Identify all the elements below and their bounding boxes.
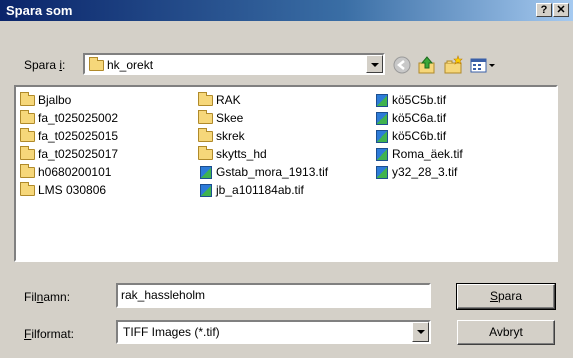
folder-up-icon[interactable] (416, 54, 438, 76)
filetype-label: Filformat: (24, 327, 75, 341)
list-item[interactable]: fa_t025025017 (20, 146, 118, 162)
folder-icon (198, 110, 213, 125)
list-item[interactable]: jb_a101184ab.tif (200, 182, 304, 198)
list-item-label: Skee (216, 111, 244, 125)
list-item-label: RAK (216, 93, 241, 107)
folder-icon (20, 182, 35, 197)
list-item[interactable]: fa_t025025002 (20, 110, 118, 126)
list-item-label: LMS 030806 (38, 183, 107, 197)
list-item[interactable]: h0680200101 (20, 164, 111, 180)
list-item[interactable]: RAK (198, 92, 241, 108)
list-item-label: Roma_äek.tif (392, 147, 463, 161)
folder-icon (89, 57, 104, 72)
title-bar: Spara som ? ✕ (0, 0, 573, 21)
save-in-value: hk_orekt (107, 58, 154, 72)
folder-icon (20, 92, 35, 107)
chevron-down-icon[interactable] (412, 322, 429, 342)
list-item-label: fa_t025025017 (38, 147, 119, 161)
dialog-title: Spara som (6, 3, 73, 18)
folder-icon (198, 128, 213, 143)
list-item[interactable]: kö5C6a.tif (376, 110, 446, 126)
tif-file-icon (200, 184, 212, 198)
back-icon[interactable] (391, 54, 413, 76)
list-item[interactable]: y32_28_3.tif (376, 164, 457, 180)
filetype-value: TIFF Images (*.tif) (123, 325, 220, 339)
tif-file-icon (376, 94, 388, 108)
tif-file-icon (200, 166, 212, 180)
list-item[interactable]: kö5C5b.tif (376, 92, 446, 108)
list-item-label: y32_28_3.tif (392, 165, 458, 179)
new-folder-icon[interactable] (442, 54, 464, 76)
list-item[interactable]: Roma_äek.tif (376, 146, 463, 162)
list-item[interactable]: Gstab_mora_1913.tif (200, 164, 328, 180)
folder-icon (20, 164, 35, 179)
save-button[interactable]: Spara (456, 283, 556, 310)
list-item[interactable]: kö5C6b.tif (376, 128, 446, 144)
list-item[interactable]: fa_t025025015 (20, 128, 118, 144)
list-item-label: Gstab_mora_1913.tif (216, 165, 329, 179)
list-item-label: kö5C6a.tif (392, 111, 447, 125)
list-item-label: h0680200101 (38, 165, 112, 179)
folder-icon (20, 110, 35, 125)
list-item[interactable]: skytts_hd (198, 146, 267, 162)
view-menu-icon[interactable] (468, 54, 498, 76)
list-item[interactable]: Bjalbo (20, 92, 71, 108)
folder-icon (20, 128, 35, 143)
help-button[interactable]: ? (536, 3, 552, 17)
filetype-combobox[interactable]: TIFF Images (*.tif) (116, 320, 431, 344)
tif-file-icon (376, 166, 388, 180)
filename-input[interactable]: rak_hassleholm (116, 283, 431, 308)
tif-file-icon (376, 130, 388, 144)
filename-label: Filnamn: (24, 290, 71, 304)
folder-icon (198, 146, 213, 161)
folder-icon (198, 92, 213, 107)
list-item-label: fa_t025025002 (38, 111, 119, 125)
save-in-combobox[interactable]: hk_orekt (83, 53, 385, 75)
tif-file-icon (376, 112, 388, 126)
file-list[interactable]: Bjalbo fa_t025025002 fa_t025025015 fa_t0250… (14, 85, 558, 262)
list-item-label: fa_t025025015 (38, 129, 119, 143)
list-item-label: jb_a101184ab.tif (216, 183, 304, 197)
close-button[interactable]: ✕ (553, 3, 569, 17)
list-item-label: kö5C5b.tif (392, 93, 447, 107)
list-item-label: skytts_hd (216, 147, 267, 161)
list-item[interactable]: skrek (198, 128, 245, 144)
tif-file-icon (376, 148, 388, 162)
list-item-label: kö5C6b.tif (392, 129, 447, 143)
chevron-down-icon[interactable] (366, 55, 383, 73)
list-item[interactable]: LMS 030806 (20, 182, 106, 198)
list-item-label: Bjalbo (38, 93, 72, 107)
list-item[interactable]: Skee (198, 110, 243, 126)
save-in-label: Spara i: (24, 58, 66, 72)
list-item-label: skrek (216, 129, 245, 143)
folder-icon (20, 146, 35, 161)
save-as-dialog: Spara som ? ✕ Spara i: hk_orekt Bjalbo fa… (0, 0, 573, 358)
cancel-button[interactable]: Avbryt (457, 320, 555, 345)
